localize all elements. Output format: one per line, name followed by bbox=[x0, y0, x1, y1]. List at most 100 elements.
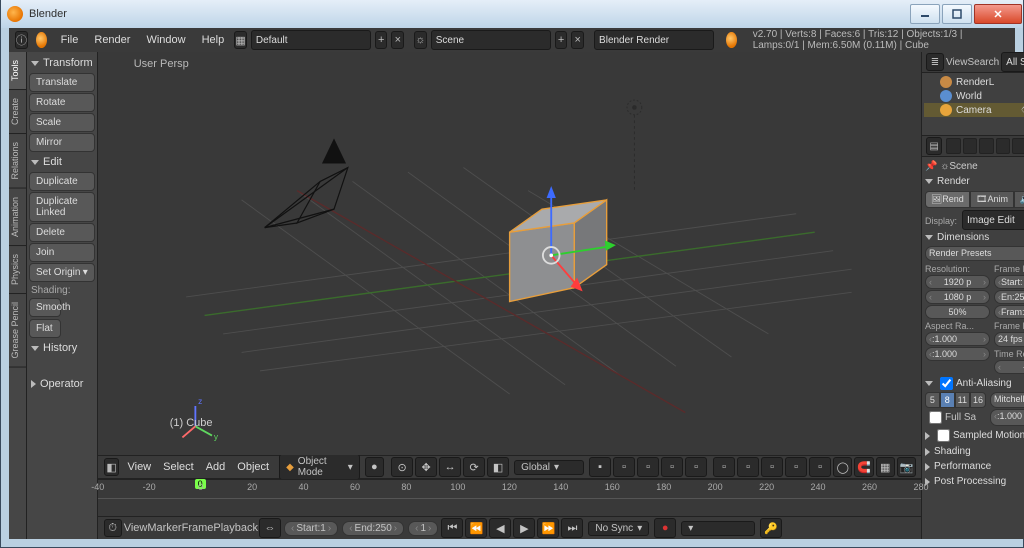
aspect-x-field[interactable]: ‹:1.000› bbox=[925, 332, 990, 346]
render-preview-icon[interactable]: 📷 bbox=[897, 457, 916, 477]
tl-range-icon[interactable]: ⇔ bbox=[259, 518, 281, 538]
tl-menu-frame[interactable]: Frame bbox=[182, 522, 214, 534]
fps-dropdown[interactable]: 24 fps▾ bbox=[994, 332, 1024, 347]
outliner-view[interactable]: View bbox=[946, 57, 968, 68]
dimensions-panel-header[interactable]: Dimensions bbox=[925, 230, 1024, 245]
vp-menu-view[interactable]: View bbox=[121, 461, 157, 473]
post-processing-header[interactable]: Post Processing bbox=[925, 474, 1024, 489]
play-icon[interactable]: ▶ bbox=[513, 518, 535, 538]
jump-end-icon[interactable]: ⏭ bbox=[561, 518, 583, 538]
frame-current-field[interactable]: ‹1› bbox=[408, 521, 438, 536]
outliner-item-world[interactable]: World bbox=[924, 89, 1024, 103]
render-panel-header[interactable]: Render bbox=[925, 174, 1024, 189]
menu-render[interactable]: Render bbox=[86, 31, 138, 49]
frame-step-field[interactable]: ‹Fram:1› bbox=[994, 305, 1024, 319]
editor-type-3dview-icon[interactable]: ◧ bbox=[104, 458, 120, 476]
screen-layout-dropdown[interactable]: Default bbox=[251, 30, 371, 50]
res-pct-field[interactable]: 50% bbox=[925, 305, 990, 319]
timeline[interactable]: -40-200204060801001201401601802002202402… bbox=[98, 479, 921, 516]
editor-type-info-icon[interactable]: ⓘ bbox=[15, 31, 28, 49]
display-mode-dropdown[interactable]: Image Edit▾ bbox=[962, 210, 1024, 230]
prop-tab-scene-icon[interactable] bbox=[979, 138, 994, 154]
aa-5-button[interactable]: 5 bbox=[925, 392, 940, 408]
rotate-button[interactable]: Rotate bbox=[29, 93, 95, 112]
screen-layout-icon[interactable]: ▦ bbox=[234, 31, 247, 49]
scene-remove-button[interactable]: × bbox=[571, 31, 584, 49]
render-presets-dropdown[interactable]: Render Presets▾ + − bbox=[925, 246, 1024, 261]
key-insert-icon[interactable]: 🔑 bbox=[760, 518, 782, 538]
vp-menu-add[interactable]: Add bbox=[200, 461, 232, 473]
operator-panel-header[interactable]: Operator bbox=[29, 375, 95, 393]
tool-tab-grease-pencil[interactable]: Grease Pencil bbox=[9, 294, 26, 368]
frame-start-prop-field[interactable]: ‹Start: 1› bbox=[994, 275, 1024, 289]
prop-tab-object-icon[interactable] bbox=[1012, 138, 1024, 154]
tl-menu-marker[interactable]: Marker bbox=[147, 522, 181, 534]
tool-tab-animation[interactable]: Animation bbox=[9, 189, 26, 246]
editor-type-outliner-icon[interactable]: ≣ bbox=[926, 53, 944, 71]
render-audio-button[interactable]: 🔊Audio bbox=[1014, 191, 1024, 208]
render-still-button[interactable]: 🖼Rend bbox=[925, 191, 970, 208]
aa-pixel-size-field[interactable]: ‹:1.000 p› bbox=[990, 409, 1024, 426]
tl-menu-playback[interactable]: Playback bbox=[213, 522, 258, 534]
vp-menu-select[interactable]: Select bbox=[157, 461, 200, 473]
layer-buttons[interactable]: ▪▫▫▫▫ ▫▫▫▫▫ bbox=[588, 457, 832, 477]
full-sample-checkbox[interactable] bbox=[929, 411, 942, 424]
window-maximize-button[interactable] bbox=[942, 4, 972, 24]
scene-icon[interactable]: ☼ bbox=[414, 31, 427, 49]
timeline-scale[interactable]: -40-200204060801001201401601802002202402… bbox=[98, 480, 921, 499]
window-minimize-button[interactable] bbox=[910, 4, 940, 24]
jump-start-icon[interactable]: ⏮ bbox=[441, 518, 463, 538]
keyframe-next-icon[interactable]: ⏩ bbox=[537, 518, 559, 538]
scene-dropdown[interactable]: Scene bbox=[431, 30, 551, 50]
delete-button[interactable]: Delete bbox=[29, 223, 95, 242]
tool-tab-tools[interactable]: Tools bbox=[9, 52, 26, 90]
frame-end-prop-field[interactable]: ‹En:250› bbox=[994, 290, 1024, 304]
prop-tab-layers-icon[interactable] bbox=[963, 138, 978, 154]
aa-8-button[interactable]: 8 bbox=[940, 392, 955, 408]
frame-end-field[interactable]: ‹End: 250› bbox=[342, 521, 404, 536]
layout-remove-button[interactable]: × bbox=[391, 31, 404, 49]
aa-filter-dropdown[interactable]: Mitchell-▾ bbox=[990, 392, 1024, 408]
frame-start-field[interactable]: ‹Start: 1› bbox=[284, 521, 338, 536]
render-engine-dropdown[interactable]: Blender Render bbox=[594, 30, 714, 50]
render-anim-button[interactable]: 🎞Anim bbox=[970, 191, 1015, 208]
vp-menu-object[interactable]: Object bbox=[231, 461, 275, 473]
shading-smooth-button[interactable]: Smooth bbox=[29, 298, 61, 317]
motion-blur-checkbox[interactable] bbox=[937, 429, 950, 442]
autokey-icon[interactable]: ● bbox=[654, 518, 676, 538]
editor-type-properties-icon[interactable]: ▤ bbox=[926, 137, 942, 155]
aspect-y-field[interactable]: ‹:1.000› bbox=[925, 347, 990, 361]
tool-tab-create[interactable]: Create bbox=[9, 90, 26, 134]
scene-add-button[interactable]: + bbox=[555, 31, 568, 49]
proportional-edit-icon[interactable]: ◯ bbox=[833, 457, 852, 477]
tool-tab-physics[interactable]: Physics bbox=[9, 246, 26, 294]
snap-icon[interactable]: 🧲 bbox=[854, 457, 873, 477]
aa-panel-header[interactable]: Anti-Aliasing bbox=[925, 375, 1024, 392]
shading-header[interactable]: Shading bbox=[925, 444, 1024, 459]
shading-flat-button[interactable]: Flat bbox=[29, 319, 61, 338]
keyframe-prev-icon[interactable]: ⏪ bbox=[465, 518, 487, 538]
menu-window[interactable]: Window bbox=[138, 31, 193, 49]
prop-tab-world-icon[interactable] bbox=[996, 138, 1011, 154]
translate-button[interactable]: Translate bbox=[29, 73, 95, 92]
outliner-item-camera[interactable]: Camera👁 ✎ 📷 bbox=[924, 103, 1024, 117]
window-close-button[interactable] bbox=[974, 4, 1022, 24]
motion-blur-header[interactable]: Sampled Motion Blur bbox=[925, 427, 1024, 444]
outliner-body[interactable]: RenderL World Camera👁 ✎ 📷 bbox=[922, 73, 1024, 135]
join-button[interactable]: Join bbox=[29, 243, 95, 262]
scale-button[interactable]: Scale bbox=[29, 113, 95, 132]
menu-help[interactable]: Help bbox=[194, 31, 233, 49]
set-origin-button[interactable]: Set Origin▾ bbox=[29, 263, 95, 282]
outliner-filter-dropdown[interactable]: All Sc bbox=[1001, 52, 1024, 72]
tool-tab-relations[interactable]: Relations bbox=[9, 134, 26, 189]
outliner-search[interactable]: Search bbox=[967, 57, 999, 68]
res-y-field[interactable]: ‹1080 p› bbox=[925, 290, 990, 304]
aa-checkbox[interactable] bbox=[940, 377, 953, 390]
aa-11-button[interactable]: 11 bbox=[955, 392, 970, 408]
layout-add-button[interactable]: + bbox=[375, 31, 388, 49]
res-x-field[interactable]: ‹1920 p› bbox=[925, 275, 990, 289]
aa-16-button[interactable]: 16 bbox=[970, 392, 986, 408]
orientation-dropdown[interactable]: Global▾ bbox=[514, 460, 584, 475]
sync-mode-dropdown[interactable]: No Sync▾ bbox=[588, 521, 649, 536]
3d-viewport[interactable]: User Persp bbox=[98, 52, 921, 455]
